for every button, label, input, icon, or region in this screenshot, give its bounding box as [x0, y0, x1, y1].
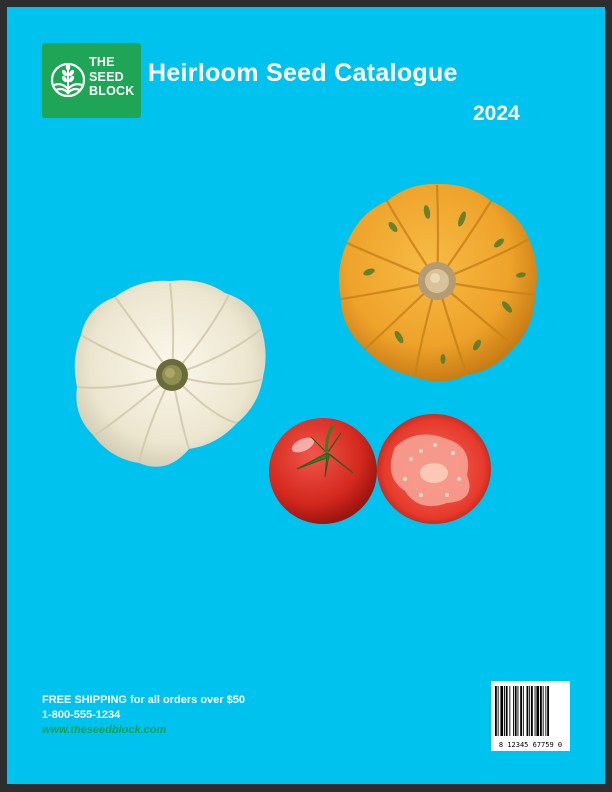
barcode-bar — [536, 686, 540, 736]
barcode-digits: 8 12345 67759 0 — [498, 741, 563, 749]
orange-pumpkin-image — [339, 183, 537, 382]
shipping-offer: FREE SHIPPING for all orders over $50 — [42, 693, 245, 708]
barcode-bar — [526, 686, 529, 736]
barcode-bar — [522, 686, 524, 736]
catalogue-cover: THE SEED BLOCK Heirloom Seed Catalogue 2… — [7, 7, 605, 784]
white-pumpkin-image — [74, 280, 266, 467]
barcode-bar — [504, 686, 505, 736]
barcode-bar — [497, 686, 499, 736]
phone-number[interactable]: 1-800-555-1234 — [42, 708, 245, 723]
barcode-bar — [517, 686, 519, 736]
barcode-bar — [505, 686, 508, 736]
website-link[interactable]: www.theseedblock.com — [42, 723, 245, 738]
produce-illustration — [74, 183, 537, 524]
barcode-bar — [540, 686, 542, 736]
barcode-bars — [495, 686, 549, 736]
barcode-bar — [513, 686, 514, 736]
sliced-tomato-image — [377, 414, 491, 524]
barcode-bar — [520, 686, 522, 736]
barcode-bar — [500, 686, 504, 736]
barcode-bar — [509, 686, 511, 736]
whole-tomato-image — [269, 418, 377, 524]
barcode-bar — [495, 686, 497, 736]
barcode-bar — [547, 686, 549, 736]
barcode-bar — [534, 686, 536, 736]
barcode-bar — [529, 686, 531, 736]
barcode-bar — [545, 686, 547, 736]
contact-footer: FREE SHIPPING for all orders over $50 1-… — [42, 693, 245, 738]
barcode: 8 12345 67759 0 — [491, 681, 570, 751]
shipping-offer-details: for all orders over $50 — [126, 694, 245, 706]
barcode-bar — [514, 686, 517, 736]
shipping-offer-highlight: FREE SHIPPING — [42, 694, 127, 706]
barcode-bar — [531, 686, 533, 736]
barcode-bar — [542, 686, 544, 736]
